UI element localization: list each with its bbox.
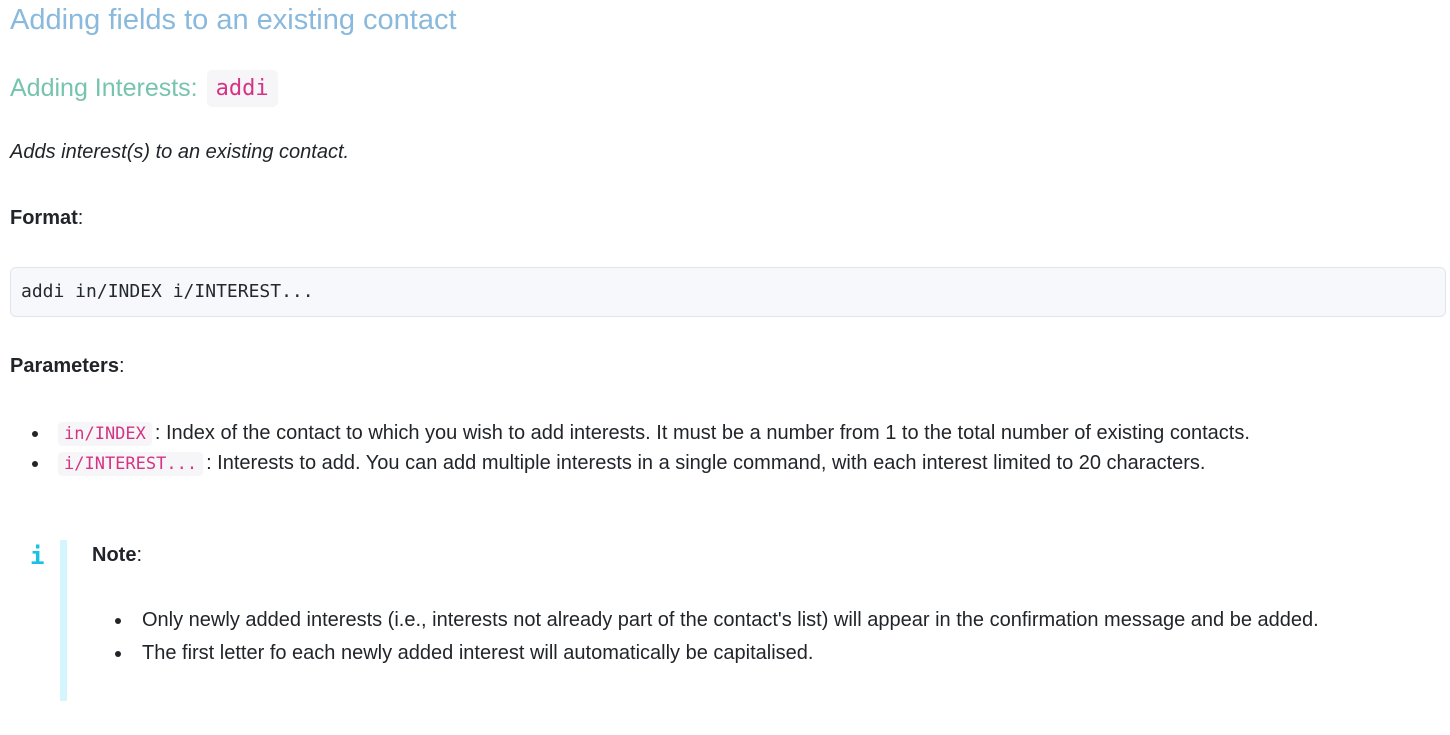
- parameter-code: in/INDEX: [58, 422, 152, 446]
- format-label: Format:: [10, 207, 84, 229]
- command-code: addi: [206, 70, 278, 107]
- note-label-text: Note: [92, 544, 137, 566]
- parameters-list: in/INDEX: Index of the contact to which …: [10, 418, 1250, 478]
- parameter-text: : Interests to add. You can add multiple…: [206, 452, 1206, 474]
- command-description: Adds interest(s) to an existing contact.: [10, 141, 350, 163]
- command-title: Adding Interests: addi: [10, 70, 278, 107]
- info-icon: i: [30, 542, 45, 570]
- note-label: Note:: [92, 544, 143, 566]
- format-code-block: addi in/INDEX i/INTEREST...: [10, 267, 1446, 317]
- note-accent-bar: [60, 540, 67, 701]
- parameter-text: : Index of the contact to which you wish…: [154, 422, 1250, 444]
- note-box: i Note: Only newly added interests (i.e.…: [10, 540, 1448, 701]
- note-item: The first letter fo each newly added int…: [92, 637, 1432, 670]
- parameter-item: in/INDEX: Index of the contact to which …: [10, 418, 1250, 448]
- parameters-label: Parameters:: [10, 355, 125, 377]
- parameters-label-text: Parameters: [10, 355, 119, 377]
- note-list: Only newly added interests (i.e., intere…: [92, 604, 1432, 670]
- section-title: Adding fields to an existing contact: [10, 4, 457, 36]
- format-label-text: Format: [10, 207, 78, 229]
- note-item: Only newly added interests (i.e., intere…: [92, 604, 1432, 637]
- command-title-text: Adding Interests:: [10, 74, 198, 102]
- parameter-item: i/INTEREST...: Interests to add. You can…: [10, 448, 1250, 478]
- parameter-code: i/INTEREST...: [58, 452, 204, 476]
